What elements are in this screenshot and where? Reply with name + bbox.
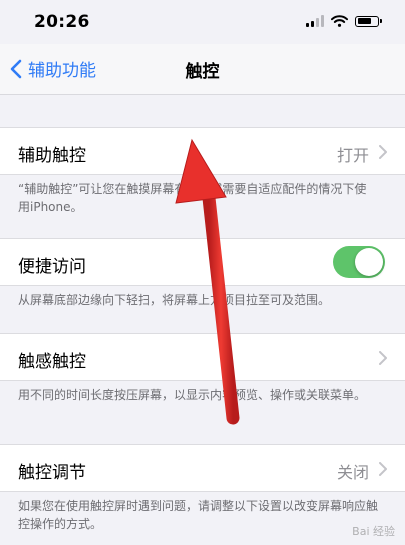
row-label: 触控调节 bbox=[18, 463, 86, 483]
page-title: 触控 bbox=[185, 62, 220, 82]
wifi-icon bbox=[331, 15, 348, 27]
status-icons bbox=[306, 15, 382, 27]
row-label: 辅助触控 bbox=[18, 146, 86, 166]
status-bar: 20:26 bbox=[0, 0, 405, 44]
row-label: 便捷访问 bbox=[18, 257, 86, 277]
status-time: 20:26 bbox=[34, 12, 90, 32]
row-value: 关闭 bbox=[336, 463, 369, 482]
battery-icon bbox=[355, 15, 382, 27]
reachability-footer: 从屏幕底部边缘向下轻扫，将屏幕上方项目拉至可及范围。 bbox=[18, 293, 331, 307]
chevron-right-icon bbox=[379, 351, 387, 365]
haptic-touch-row[interactable]: 触感触控 bbox=[0, 333, 405, 381]
row-label: 触感触控 bbox=[18, 352, 86, 372]
reachability-toggle[interactable] bbox=[333, 246, 385, 278]
row-value: 打开 bbox=[336, 146, 369, 165]
watermark: Bai 经验 bbox=[352, 525, 395, 538]
navigation-bar: 辅助功能 触控 bbox=[0, 44, 405, 95]
touch-accommodations-footer: 如果您在使用触控屏时遇到问题，请调整以下设置以改变屏幕响应触控操作的方式。 bbox=[18, 499, 379, 531]
chevron-right-icon bbox=[379, 145, 387, 159]
toggle-knob bbox=[355, 248, 383, 276]
haptic-touch-footer: 用不同的时间长度按压屏幕，以显示内容预览、操作或关联菜单。 bbox=[18, 388, 367, 402]
cellular-signal-icon bbox=[306, 15, 324, 27]
touch-accommodations-row[interactable]: 触控调节 关闭 bbox=[0, 444, 405, 492]
assistive-touch-footer: “辅助触控”可让您在触摸屏幕有困难或需要自适应配件的情况下使用iPhone。 bbox=[18, 182, 367, 214]
assistive-touch-row[interactable]: 辅助触控 打开 bbox=[0, 127, 405, 175]
reachability-row: 便捷访问 bbox=[0, 238, 405, 286]
chevron-right-icon bbox=[379, 462, 387, 476]
